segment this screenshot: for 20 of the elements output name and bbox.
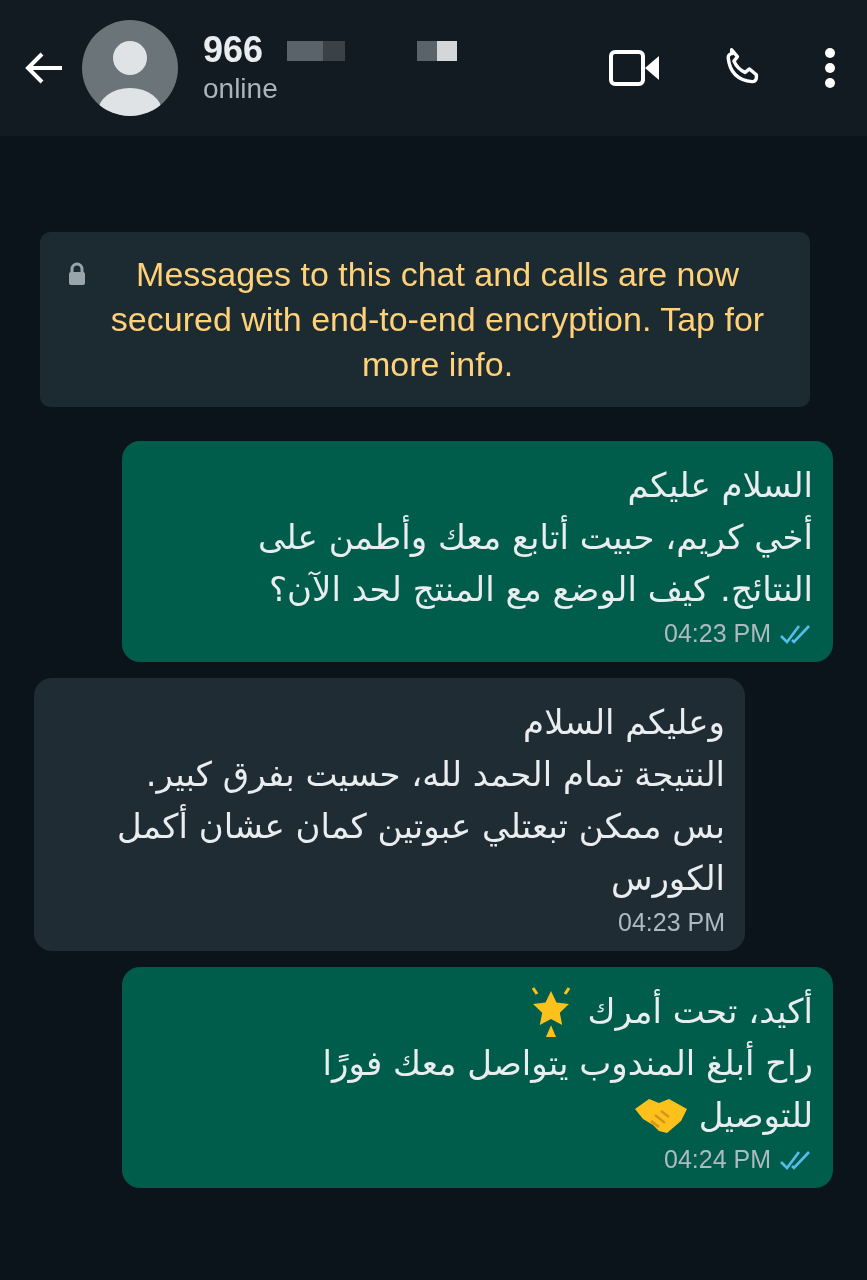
more-options-icon [823, 47, 837, 89]
message-text: راح أبلغ المندوب يتواصل معك فورًا [322, 1040, 813, 1085]
encryption-notice-text: Messages to this chat and calls are now secured with end-to-end encryption. Tap for more info. [109, 254, 766, 385]
encryption-notice[interactable]: Messages to this chat and calls are now secured with end-to-end encryption. Tap for more info. [39, 232, 810, 407]
message-text: بس ممكن تبعتلي عبوتين كمان عشان أكمل [116, 803, 725, 849]
message-text: الكورس [610, 857, 725, 900]
message-time: 04:24 PM [664, 1145, 771, 1174]
message-text: أخي كريم، حبيت أتابع معك وأطمن على [257, 514, 813, 560]
message-time: 04:23 PM [664, 619, 771, 648]
contact-status: online [203, 72, 279, 106]
contact-name[interactable]: 966 [203, 29, 264, 71]
message-text: السلام عليكم [627, 464, 813, 507]
back-icon [24, 51, 64, 85]
message-text: النتائج. كيف الوضع مع المنتج لحد الآن؟ [269, 568, 813, 611]
video-camera-icon [609, 49, 661, 87]
message-text: وعليكم السلام [523, 701, 725, 744]
message-text: النتيجة تمام الحمد لله، حسيت بفرق كبير. [145, 753, 725, 796]
message-text: أكيد، تحت أمرك [587, 988, 813, 1033]
message-time: 04:23 PM [618, 908, 725, 937]
message-text: للتوصيل [698, 1094, 813, 1137]
